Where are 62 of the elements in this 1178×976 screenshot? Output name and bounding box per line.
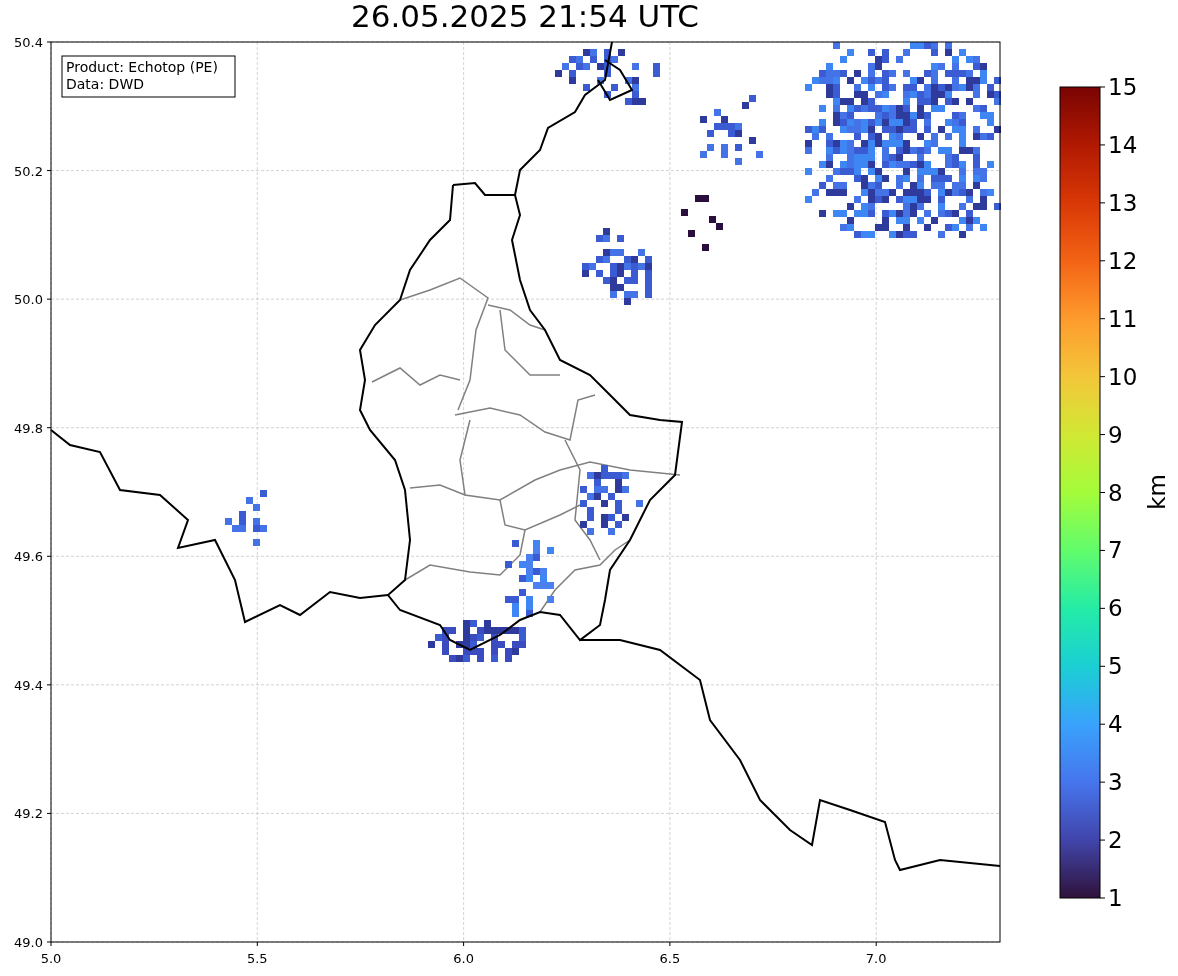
colorbar-tick-label: 1: [1108, 885, 1123, 911]
tick-mark: [46, 427, 52, 429]
axis-tick-label: 50.0: [14, 292, 43, 308]
colorbar-tick-label: 12: [1108, 247, 1138, 274]
tick-mark: [1099, 376, 1106, 378]
tick-mark: [46, 684, 52, 686]
tick-mark: [46, 298, 52, 300]
tick-mark: [1099, 434, 1106, 436]
tick-mark: [1099, 318, 1106, 320]
radar-echo-cluster: [681, 195, 723, 251]
axis-tick-label: 6.5: [659, 951, 681, 966]
colorbar-tick-label: 11: [1108, 305, 1138, 332]
colorbar-tick-label: 2: [1108, 827, 1123, 854]
tick-mark: [1099, 839, 1106, 841]
axis-tick-label: 7.0: [865, 951, 887, 966]
colorbar-tick-label: 5: [1108, 653, 1123, 680]
tick-mark: [1099, 723, 1106, 725]
tick-mark: [1099, 665, 1106, 667]
tick-mark: [1099, 86, 1106, 88]
tick-mark: [46, 170, 52, 172]
axis-tick-label: 6.0: [453, 951, 474, 966]
tick-mark: [1099, 202, 1106, 204]
tick-mark: [46, 41, 52, 43]
axis-tick-label: 5.0: [40, 951, 62, 966]
colorbar-tick-label: 15: [1108, 74, 1138, 100]
colorbar-tick-label: 6: [1108, 595, 1123, 622]
colorbar-tick-label: 8: [1108, 479, 1123, 506]
tick-mark: [875, 941, 877, 947]
colorbar-tick-label: 13: [1108, 189, 1138, 216]
axis-tick-label: 49.8: [14, 420, 43, 436]
axis-tick-label: 49.0: [14, 935, 43, 950]
axis-tick-label: 49.6: [14, 549, 43, 565]
colorbar-tick-label: 7: [1108, 537, 1123, 564]
chart-title: 26.05.2025 21:54 UTC: [350, 1, 699, 32]
axis-tick-label: 50.2: [14, 163, 43, 179]
tick-mark: [1099, 260, 1106, 262]
axis-tick-label: 50.4: [14, 35, 43, 50]
colorbar-tick-label: 14: [1108, 131, 1138, 158]
tick-mark: [1099, 492, 1106, 493]
info-text: Data: DWD: [66, 76, 144, 92]
radar-echo-cluster: [225, 490, 267, 546]
tick-mark: [46, 812, 52, 814]
tick-mark: [1099, 897, 1106, 899]
radar-echo-cluster: [580, 465, 643, 535]
tick-mark: [1099, 549, 1106, 551]
tick-mark: [669, 941, 671, 947]
colorbar-tick-label: 3: [1108, 769, 1123, 796]
info-text: Product: Echotop (PE): [66, 59, 218, 75]
colorbar-tick-label: 10: [1108, 363, 1138, 390]
tick-mark: [1099, 781, 1106, 783]
axis-tick-label: 49.4: [14, 677, 43, 693]
colorbar-tick-label: 9: [1108, 421, 1123, 448]
tick-mark: [256, 941, 258, 947]
colorbar-tick-label: 4: [1108, 711, 1123, 738]
radar-echo-cluster: [700, 95, 763, 165]
axis-tick-label: 49.2: [14, 806, 43, 822]
tick-mark: [1099, 607, 1106, 609]
tick-mark: [46, 555, 52, 557]
colorbar-label: km: [1144, 474, 1170, 510]
tick-mark: [463, 941, 465, 947]
tick-mark: [1099, 144, 1106, 146]
axis-tick-label: 5.5: [246, 951, 268, 966]
